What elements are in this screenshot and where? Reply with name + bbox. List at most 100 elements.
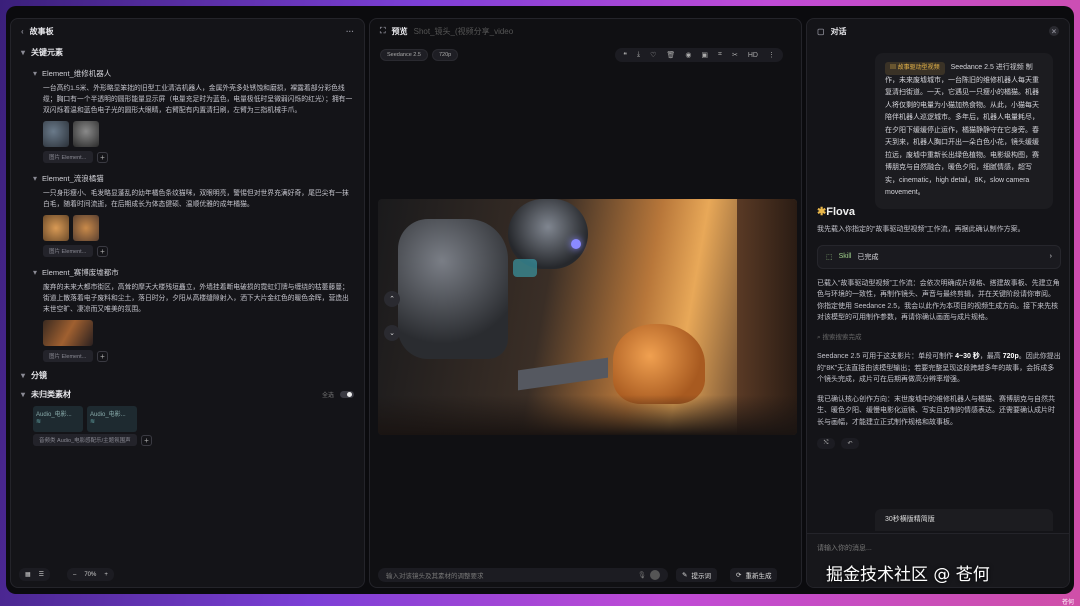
close-icon[interactable]: × (1049, 26, 1059, 36)
regenerate-label: 重新生成 (745, 573, 772, 580)
chevron-down-icon[interactable]: ⌄ (384, 325, 400, 341)
element-city: ▾ Element_赛博废墟都市 废弃的未来大都市街区，高耸的摩天大楼残垣矗立，外… (11, 261, 364, 362)
quote-icon[interactable]: ❝ (623, 51, 627, 59)
robot-thumb[interactable] (43, 121, 69, 147)
message-head: 30秒横版精简版 (885, 516, 935, 523)
adjust-input[interactable]: 输入对该镜头及其素材的调整要求 🎙 (378, 568, 668, 582)
element-name: Element_维修机器人 (42, 69, 112, 78)
shot-filename: Shot_镜头_(视频分享_video (413, 26, 514, 36)
grid-icon[interactable]: ▦ (25, 571, 31, 578)
waveform-icon: ≋ (36, 419, 42, 425)
zoom-value: 70% (84, 571, 97, 578)
chevron-down-icon[interactable]: ▾ (33, 268, 37, 277)
hd-button[interactable]: HD (748, 52, 758, 59)
model-chip[interactable]: Seedance 2.5 (380, 49, 428, 61)
edit-icon: ✎ (682, 572, 688, 579)
skill-card[interactable]: ⬚ Skill 已完成 › (817, 244, 1061, 269)
element-desc: 一台高约1.5米、外形略显笨拙的旧型工业清洁机器人，金属外壳多处锈蚀和磨损，裸露… (43, 85, 353, 114)
doc-icon: ▤ (890, 65, 898, 71)
chevron-right-icon: › (1049, 253, 1052, 260)
chevron-down-icon: ▾ (21, 371, 26, 380)
audio-tag[interactable]: 音频类 Audio_电影感配乐/主题氛围声 (33, 434, 137, 446)
preview-title: 预览 (391, 26, 408, 36)
element-tag[interactable]: 图片 Element... (43, 245, 93, 257)
brand-name: Flova (826, 206, 855, 218)
prompt-button[interactable]: ✎ 提示词 (676, 568, 717, 582)
download-icon[interactable]: ⤓ (637, 51, 640, 59)
city-thumb[interactable] (43, 320, 93, 346)
audio-item[interactable]: Audio_电影... ≋ (87, 406, 137, 432)
preview-panel: ⛶ 预览 Shot_镜头_(视频分享_video Seedance 2.5 72… (369, 18, 802, 588)
chevron-down-icon[interactable]: ▾ (33, 69, 37, 78)
skill-status: 已完成 (857, 253, 879, 261)
resolution-value: 720p (1002, 353, 1019, 360)
select-all-toggle[interactable] (340, 391, 354, 398)
element-name: Element_赛博废墟都市 (42, 268, 119, 277)
specs-text: Seedance 2.5 可用于这支影片：单段可制作 (817, 353, 956, 360)
element-tag[interactable]: 图片 Element... (43, 151, 93, 163)
chip-row: Seedance 2.5 720p (380, 49, 459, 61)
delete-icon[interactable]: 🗑 (666, 51, 675, 59)
waveform-icon: ≋ (90, 419, 96, 425)
unsorted-label: 未归类素材 (31, 390, 72, 399)
chevron-up-icon[interactable]: ⌃ (384, 291, 400, 307)
add-icon[interactable]: + (141, 434, 152, 446)
add-icon[interactable]: + (97, 245, 108, 257)
list-icon[interactable]: ☰ (39, 571, 44, 578)
scissors-icon[interactable]: ✂ (732, 51, 738, 59)
key-elements-section[interactable]: ▾ 关键元素 (11, 43, 364, 62)
image-icon[interactable]: ▣ (701, 51, 708, 59)
zoom-control: – 70% + (67, 568, 114, 581)
prompt-label: 提示词 (691, 573, 711, 580)
cat-thumb[interactable] (73, 215, 99, 241)
more-icon[interactable]: ··· (346, 27, 354, 36)
unsorted-section[interactable]: ▾ 未归类素材 全选 (11, 385, 364, 404)
camera-icon[interactable]: ◉ (685, 51, 691, 59)
shots-label: 分镜 (31, 371, 48, 380)
reply-paragraph: 我已确认核心创作方向：末世废墟中的维修机器人与橘猫、赛博朋克与自然共生、暖色夕阳… (817, 395, 1055, 426)
audio-list: Audio_电影... ≋ Audio_电影... ≋ (11, 404, 364, 434)
undo-icon[interactable]: ↶ (841, 438, 859, 449)
element-desc: 一只身形瘦小、毛发略显蓬乱的幼年橘色条纹猫咪，双眼明亮，警惕但对世界充满好奇，尾… (43, 190, 349, 208)
more-icon[interactable]: ⋮ (768, 51, 775, 59)
chevron-down-icon: ▾ (21, 48, 26, 57)
heart-icon[interactable]: ♡ (650, 51, 656, 59)
zoom-in-icon[interactable]: + (104, 572, 108, 578)
watermark: 掘金技术社区 @ 苍何 (826, 565, 990, 585)
robot-thumb[interactable] (73, 121, 99, 147)
chevron-down-icon[interactable]: ▾ (33, 174, 37, 183)
workflow-tag: ▤ 故事驱动型视频 (885, 62, 945, 75)
zoom-out-icon[interactable]: – (73, 572, 76, 578)
crop-icon[interactable]: ⌗ (718, 51, 722, 59)
element-robot: ▾ Element_维修机器人 一台高约1.5米、外形略显笨拙的旧型工业清洁机器人… (11, 62, 364, 163)
add-icon[interactable]: + (97, 151, 108, 163)
element-cat: ▾ Element_流浪橘猫 一只身形瘦小、毛发略显蓬乱的幼年橘色条纹猫咪，双眼明… (11, 167, 364, 257)
mic-icon[interactable]: 🎙 (638, 571, 646, 579)
audio-item[interactable]: Audio_电影... ≋ (33, 406, 83, 432)
cat-thumb[interactable] (43, 215, 69, 241)
chat-icon: ▢ (817, 26, 825, 36)
reply-specs: Seedance 2.5 可用于这支影片：单段可制作 4~30 秒，最高 720… (817, 351, 1061, 386)
shots-section[interactable]: ▾ 分镜 (11, 366, 364, 385)
key-elements-label: 关键元素 (31, 48, 64, 57)
chat-title: 对话 (830, 26, 847, 36)
view-toggle: ▦ ☰ (19, 568, 51, 581)
chat-panel: ▢ 对话 × ▤ 故事驱动型视频 Seedance 2.5 进行视频 制作，未来… (806, 18, 1070, 588)
skill-label: Skill (838, 253, 852, 260)
regenerate-button[interactable]: ⟳ 重新生成 (730, 568, 778, 582)
corner-label: 苍何 (1061, 600, 1074, 606)
chevron-left-icon[interactable]: ‹ (21, 27, 24, 36)
chat-header: ▢ 对话 × (807, 19, 1069, 43)
preview-header: ⛶ 预览 Shot_镜头_(视频分享_video (370, 19, 801, 43)
resolution-chip[interactable]: 720p (431, 49, 459, 61)
preview-image[interactable] (378, 199, 797, 435)
chevron-down-icon: ▾ (21, 390, 26, 399)
assistant-reply: ✱Flova 我先载入你指定的“故事驱动型视频”工作流，再据此确认制作方案。 ⬚… (817, 205, 1061, 449)
element-tag[interactable]: 图片 Element... (43, 350, 93, 362)
send-icon[interactable] (650, 570, 660, 580)
add-icon[interactable]: + (97, 350, 108, 362)
message-head: Seedance 2.5 进行视频 (950, 64, 1024, 71)
share-icon[interactable]: ⤭ (817, 438, 835, 449)
skill-icon: ⬚ (826, 253, 833, 261)
preview-icon: ⛶ (380, 26, 386, 35)
